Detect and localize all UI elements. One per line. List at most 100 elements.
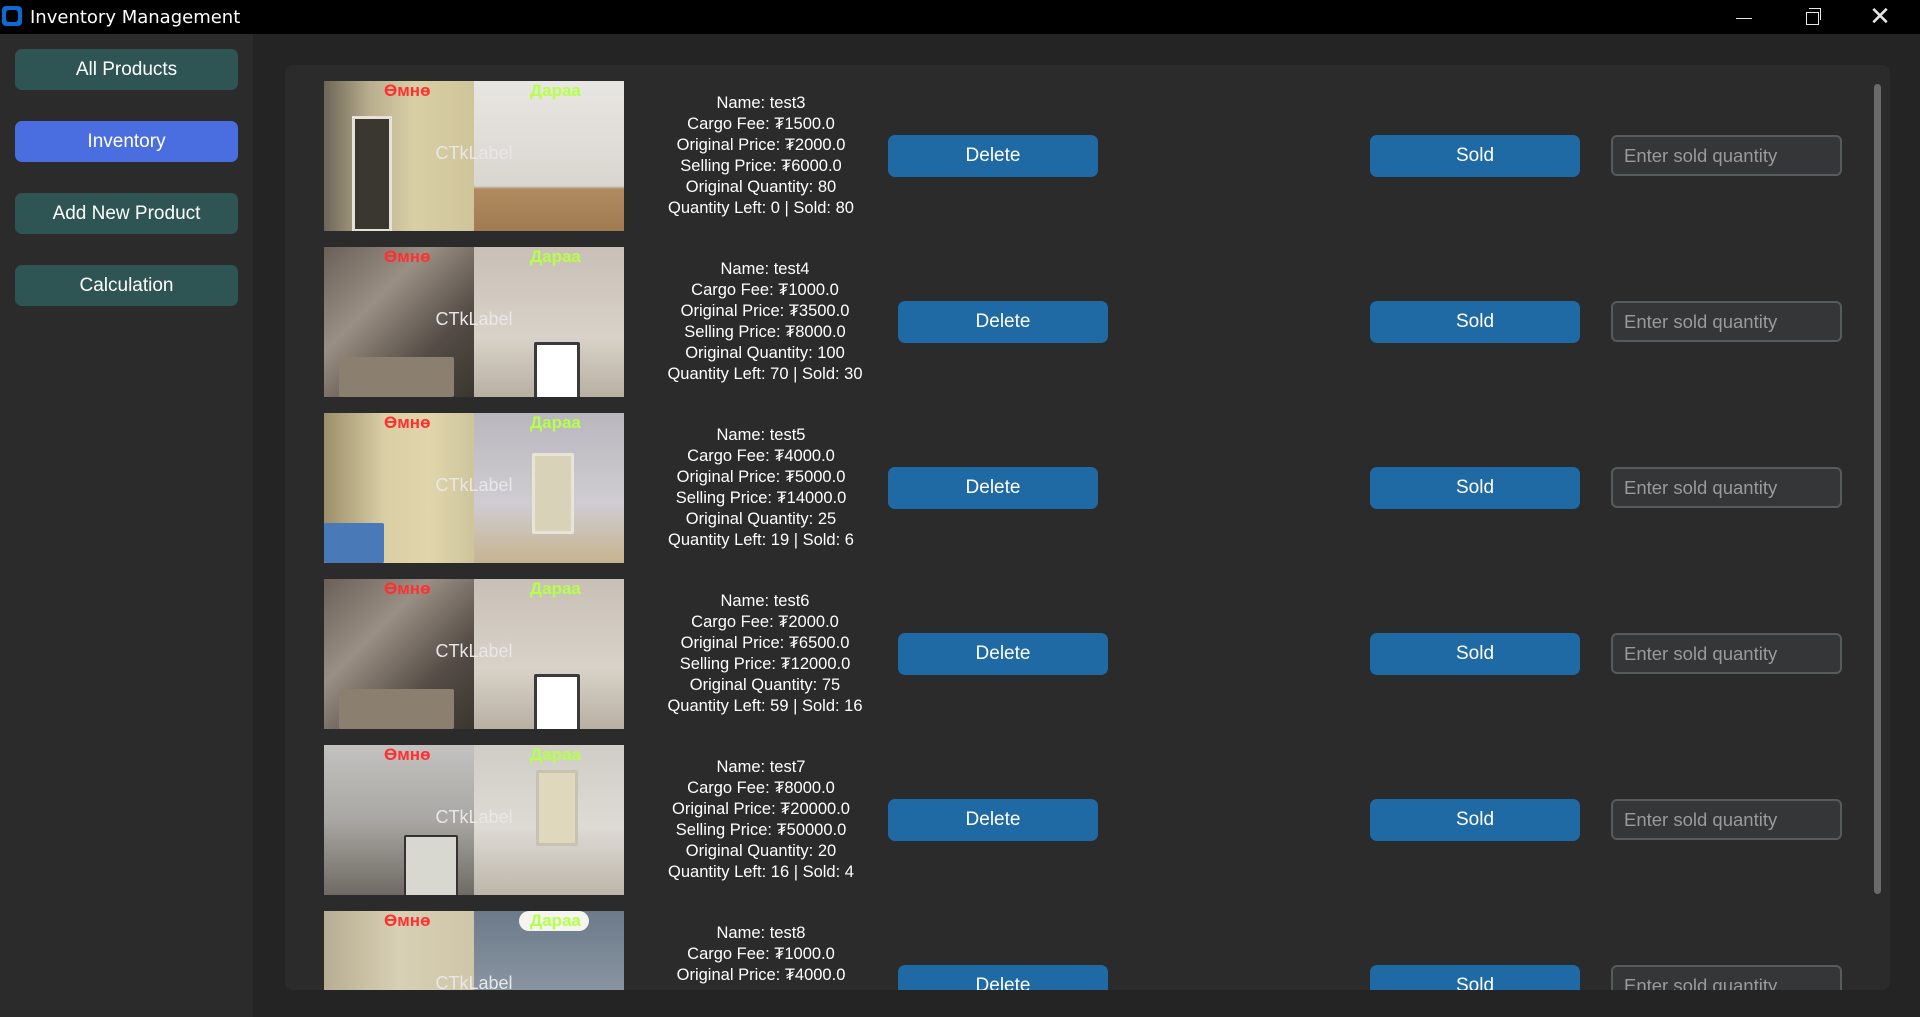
sidebar: All Products Inventory Add New Product C… [0, 34, 253, 1017]
before-label: Өмнө [384, 911, 431, 930]
sold-quantity-input[interactable] [1611, 135, 1842, 176]
quantity-left-sold: Quantity Left: 0 | Sold: 80 [668, 199, 854, 217]
after-label: Дараа [530, 413, 581, 432]
delete-button[interactable]: Delete [888, 467, 1098, 509]
restore-icon [1805, 8, 1821, 25]
sidebar-item-calculation[interactable]: Calculation [15, 265, 238, 306]
original-quantity: Original Quantity: 100 [685, 344, 845, 362]
sold-button[interactable]: Sold [1370, 301, 1580, 343]
image-label: CTkLabel [435, 475, 513, 495]
selling-price: Selling Price: ₮6000.0 [680, 157, 842, 175]
cargo-fee: Cargo Fee: ₮1000.0 [687, 945, 835, 963]
sold-button[interactable]: Sold [1370, 799, 1580, 841]
sold-quantity-field[interactable] [1622, 144, 1826, 168]
product-image: Өмнө Дараа CTkLabel [324, 81, 624, 231]
quantity-left-sold: Quantity Left: 16 | Sold: 4 [668, 863, 854, 881]
product-row: Өмнө Дараа CTkLabel Name: test6 Cargo Fe… [285, 579, 1865, 729]
product-row: Өмнө Дараа CTkLabel Name: test5 Cargo Fe… [285, 413, 1865, 563]
product-row: Өмнө Дараа CTkLabel Name: test8 Cargo Fe… [285, 911, 1865, 990]
image-label: CTkLabel [435, 807, 513, 827]
delete-button[interactable]: Delete [898, 633, 1108, 675]
product-image: Өмнө Дараа CTkLabel [324, 579, 624, 729]
delete-button[interactable]: Delete [888, 799, 1098, 841]
selling-price: Selling Price: ₮12000.0 [679, 655, 851, 673]
image-label: CTkLabel [435, 641, 513, 661]
after-label: Дараа [530, 81, 581, 100]
delete-button[interactable]: Delete [898, 301, 1108, 343]
delete-button[interactable]: Delete [888, 135, 1098, 177]
after-label: Дараа [530, 911, 581, 930]
sold-quantity-input[interactable] [1611, 467, 1842, 508]
minimize-icon [1736, 17, 1752, 20]
sold-quantity-field[interactable] [1622, 974, 1826, 990]
product-name: Name: test4 [720, 260, 810, 278]
product-info: Name: test5 Cargo Fee: ₮4000.0 Original … [646, 425, 876, 551]
cargo-fee: Cargo Fee: ₮4000.0 [687, 447, 835, 465]
cargo-fee: Cargo Fee: ₮1500.0 [687, 115, 835, 133]
product-info: Name: test3 Cargo Fee: ₮1500.0 Original … [646, 93, 876, 219]
close-icon: ✕ [1869, 2, 1891, 32]
product-row: Өмнө Дараа CTkLabel Name: test3 Cargo Fe… [285, 81, 1865, 231]
restore-button[interactable] [1778, 0, 1846, 34]
sold-quantity-field[interactable] [1622, 642, 1826, 666]
sold-button[interactable]: Sold [1370, 633, 1580, 675]
selling-price: Selling Price: ₮8000.0 [684, 323, 846, 341]
before-label: Өмнө [384, 745, 431, 764]
product-image: Өмнө Дараа CTkLabel [324, 745, 624, 895]
product-name: Name: test3 [716, 94, 806, 112]
sidebar-item-inventory[interactable]: Inventory [15, 121, 238, 162]
selling-price: Selling Price: ₮50000.0 [675, 821, 847, 839]
product-name: Name: test5 [716, 426, 806, 444]
after-label: Дараа [530, 579, 581, 598]
close-button[interactable]: ✕ [1846, 0, 1914, 34]
delete-button[interactable]: Delete [898, 965, 1108, 990]
sold-quantity-input[interactable] [1611, 965, 1842, 990]
before-label: Өмнө [384, 247, 431, 266]
sold-quantity-input[interactable] [1611, 301, 1842, 342]
cargo-fee: Cargo Fee: ₮1000.0 [691, 281, 839, 299]
sold-quantity-input[interactable] [1611, 799, 1842, 840]
product-name: Name: test7 [716, 758, 806, 776]
product-name: Name: test8 [716, 924, 806, 942]
product-row: Өмнө Дараа CTkLabel Name: test7 Cargo Fe… [285, 745, 1865, 895]
sold-quantity-field[interactable] [1622, 808, 1826, 832]
window-title: Inventory Management [30, 7, 241, 28]
product-image: Өмнө Дараа CTkLabel [324, 413, 624, 563]
title-bar: Inventory Management ✕ [0, 0, 1920, 34]
inventory-list[interactable]: Өмнө Дараа CTkLabel Name: test3 Cargo Fe… [285, 65, 1890, 990]
image-label: CTkLabel [435, 309, 513, 329]
original-price: Original Price: ₮4000.0 [676, 966, 846, 984]
selling-price: Selling Price: ₮14000.0 [675, 489, 847, 507]
scrollbar[interactable] [1874, 84, 1881, 894]
product-image: Өмнө Дараа CTkLabel [324, 911, 624, 990]
before-label: Өмнө [384, 413, 431, 432]
image-label: CTkLabel [435, 143, 513, 163]
product-info: Name: test6 Cargo Fee: ₮2000.0 Original … [650, 591, 880, 717]
after-label: Дараа [530, 247, 581, 266]
original-price: Original Price: ₮5000.0 [676, 468, 846, 486]
product-row: Өмнө Дараа CTkLabel Name: test4 Cargo Fe… [285, 247, 1865, 397]
minimize-button[interactable] [1710, 0, 1778, 34]
original-quantity: Original Quantity: 25 [685, 510, 837, 528]
product-info: Name: test7 Cargo Fee: ₮8000.0 Original … [646, 757, 876, 883]
sold-button[interactable]: Sold [1370, 467, 1580, 509]
original-quantity: Original Quantity: 20 [685, 842, 837, 860]
sold-button[interactable]: Sold [1370, 965, 1580, 990]
product-info: Name: test8 Cargo Fee: ₮1000.0 Original … [646, 923, 876, 986]
original-price: Original Price: ₮2000.0 [676, 136, 846, 154]
sold-quantity-input[interactable] [1611, 633, 1842, 674]
original-quantity: Original Quantity: 75 [689, 676, 841, 694]
after-label: Дараа [530, 745, 581, 764]
sold-quantity-field[interactable] [1622, 476, 1826, 500]
quantity-left-sold: Quantity Left: 19 | Sold: 6 [668, 531, 854, 549]
image-label: CTkLabel [435, 973, 513, 990]
sidebar-item-add-new-product[interactable]: Add New Product [15, 193, 238, 234]
cargo-fee: Cargo Fee: ₮2000.0 [691, 613, 839, 631]
sold-quantity-field[interactable] [1622, 310, 1826, 334]
quantity-left-sold: Quantity Left: 59 | Sold: 16 [667, 697, 863, 715]
sidebar-item-all-products[interactable]: All Products [15, 49, 238, 90]
cargo-fee: Cargo Fee: ₮8000.0 [687, 779, 835, 797]
quantity-left-sold: Quantity Left: 70 | Sold: 30 [667, 365, 863, 383]
sold-button[interactable]: Sold [1370, 135, 1580, 177]
original-price: Original Price: ₮3500.0 [680, 302, 850, 320]
